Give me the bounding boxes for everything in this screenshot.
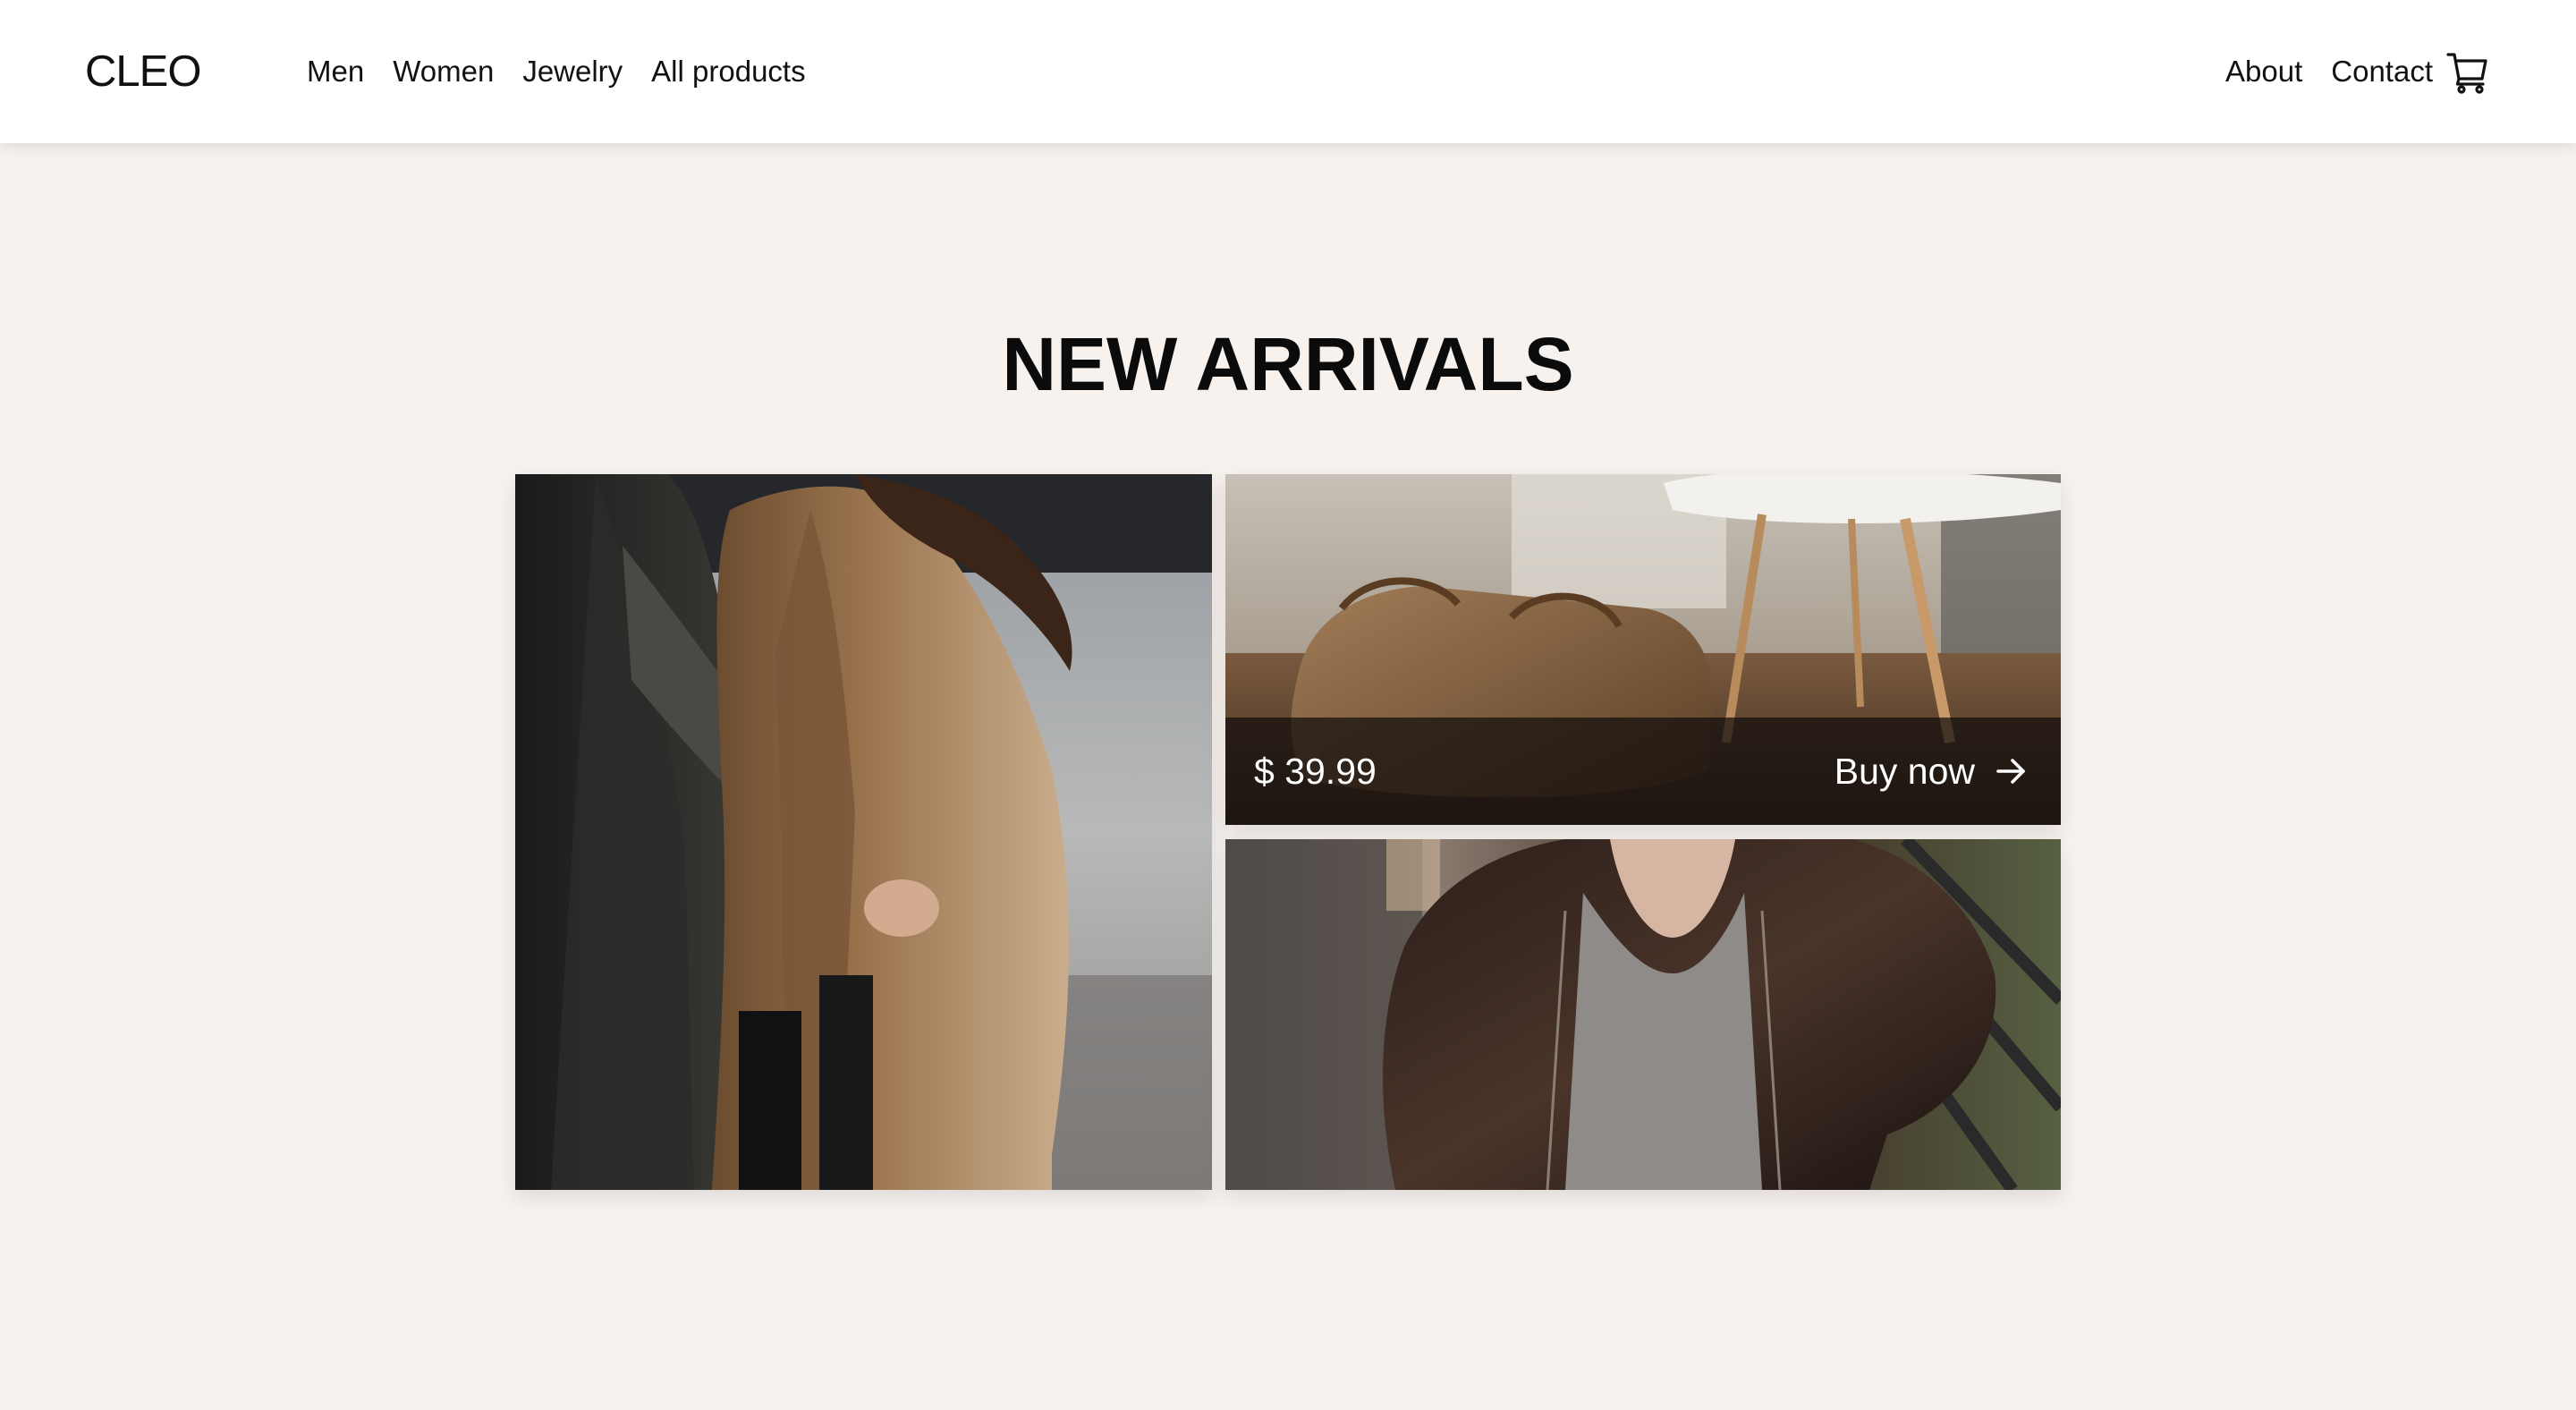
product-image-leather-jacket[interactable] bbox=[1225, 839, 2061, 1190]
leather-jacket-photo bbox=[1225, 839, 2061, 1190]
logo[interactable]: CLEO bbox=[85, 45, 201, 98]
nav-link-all-products[interactable]: All products bbox=[651, 50, 805, 93]
buy-now-button[interactable]: Buy now bbox=[1835, 749, 2029, 794]
buy-now-label: Buy now bbox=[1834, 751, 1975, 792]
couple-photo bbox=[515, 474, 1212, 1190]
product-price: $ 39.99 bbox=[1254, 751, 1377, 792]
product-card-duffel-bag[interactable]: $ 39.99 Buy now bbox=[1225, 474, 2061, 825]
primary-nav: Men Women Jewelry All products bbox=[307, 50, 806, 93]
section-title: NEW ARRIVALS bbox=[1002, 322, 1574, 406]
cart-icon[interactable] bbox=[2445, 50, 2490, 95]
nav-link-jewelry[interactable]: Jewelry bbox=[522, 50, 623, 93]
nav-link-contact[interactable]: Contact bbox=[2331, 50, 2433, 93]
nav-link-men[interactable]: Men bbox=[307, 50, 364, 93]
secondary-nav: About Contact bbox=[2225, 50, 2433, 93]
nav-link-women[interactable]: Women bbox=[393, 50, 494, 93]
product-image-couple-coats[interactable] bbox=[515, 474, 1212, 1190]
site-header: CLEO Men Women Jewelry All products Abou… bbox=[0, 0, 2576, 143]
product-overlay: $ 39.99 Buy now bbox=[1225, 718, 2061, 825]
nav-link-about[interactable]: About bbox=[2225, 50, 2302, 93]
arrow-right-icon bbox=[1996, 759, 2025, 784]
